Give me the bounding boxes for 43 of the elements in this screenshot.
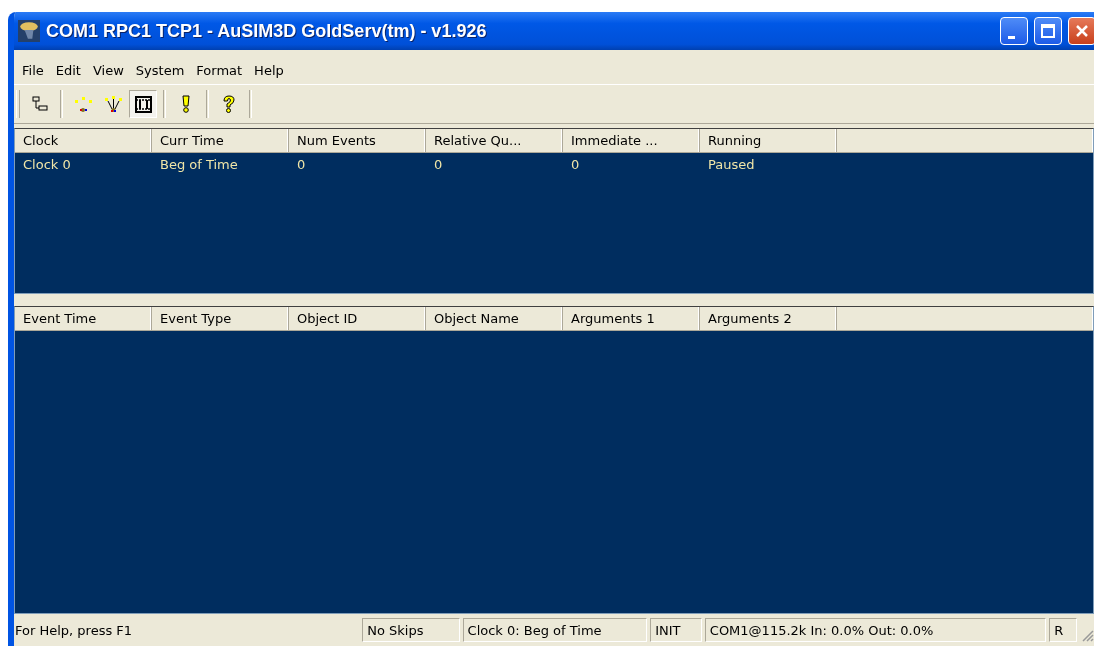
status-pane: COM1@115.2k In: 0.0% Out: 0.0% xyxy=(704,618,1047,642)
window-title: COM1 RPC1 TCP1 - AuSIM3D GoldServ(tm) - v1.926 xyxy=(46,20,487,42)
column-header[interactable]: Event Time xyxy=(15,307,152,331)
column-header[interactable]: Arguments 1 xyxy=(563,307,700,331)
maximize-button[interactable] xyxy=(1034,17,1062,45)
minimize-icon xyxy=(1008,35,1015,39)
size-grip-icon[interactable] xyxy=(1080,628,1094,642)
tree-icon xyxy=(30,94,50,114)
menu-item[interactable]: Edit xyxy=(49,62,87,78)
toolbar-button[interactable] xyxy=(129,90,157,118)
table-cell-text: 0 xyxy=(433,156,444,172)
table-cell-text: Clock 0 xyxy=(22,156,72,172)
table-cell-text: Beg of Time xyxy=(159,156,239,172)
menu-item[interactable]: File xyxy=(16,62,50,78)
column-header[interactable]: Clock xyxy=(15,129,152,153)
menu-item[interactable]: System xyxy=(129,62,191,78)
status-pane: No Skips xyxy=(362,618,460,642)
close-button[interactable] xyxy=(1068,17,1094,45)
status-pane: Clock 0: Beg of Time xyxy=(462,618,648,642)
column-header[interactable]: Object ID xyxy=(289,307,426,331)
table-cell-text: 0 xyxy=(296,156,307,172)
menu-item[interactable]: Help xyxy=(248,62,290,78)
film-icon xyxy=(133,94,153,114)
menu-item[interactable]: Format xyxy=(190,62,249,78)
column-header[interactable]: Object Name xyxy=(426,307,563,331)
minimize-button[interactable] xyxy=(1000,17,1028,45)
table-cell-text: 0 xyxy=(570,156,581,172)
column-header[interactable]: Running xyxy=(700,129,837,153)
dots-icon xyxy=(73,94,93,114)
burst-icon xyxy=(103,94,123,114)
status-pane: INIT xyxy=(650,618,702,642)
app-icon xyxy=(18,20,40,42)
maximize-icon xyxy=(1038,21,1058,41)
status-pane: R xyxy=(1049,618,1077,642)
column-header[interactable]: Event Type xyxy=(152,307,289,331)
column-header[interactable]: Immediate ... xyxy=(563,129,700,153)
table-cell-text: Paused xyxy=(707,156,756,172)
menu-item[interactable]: View xyxy=(86,62,130,78)
column-header[interactable]: Curr Time xyxy=(152,129,289,153)
column-header[interactable]: Arguments 2 xyxy=(700,307,837,331)
column-header[interactable]: Relative Qu... xyxy=(426,129,563,153)
status-pane: For Help, press F1 xyxy=(14,621,134,640)
column-header[interactable]: Num Events xyxy=(289,129,426,153)
